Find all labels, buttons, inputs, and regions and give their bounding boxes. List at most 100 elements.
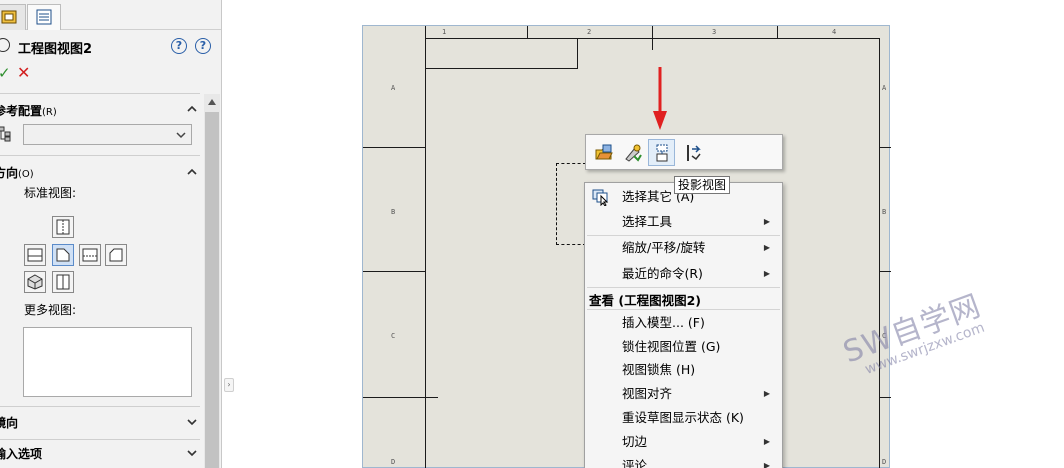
scroll-up-icon[interactable] <box>208 99 216 105</box>
open-part-icon <box>595 144 613 160</box>
submenu-arrow-icon: ▶ <box>763 269 770 278</box>
menu-item-label: 锁住视图位置 (G) <box>622 339 721 354</box>
menu-item-zoom-pan-rotate[interactable]: 缩放/平移/旋转 ▶ <box>585 236 782 260</box>
tooltip: 投影视图 <box>674 176 731 194</box>
left-view-icon <box>27 248 43 262</box>
divider <box>0 439 200 440</box>
view-right-button[interactable] <box>79 244 101 266</box>
frame-line <box>425 38 426 468</box>
group-title: 镜向 <box>0 416 19 430</box>
front-view-icon <box>56 248 70 262</box>
selected-drawing-view-outline[interactable] <box>556 163 586 245</box>
zone-label-row: D <box>882 458 887 466</box>
back-view-icon <box>109 248 123 262</box>
menu-item-insert-model[interactable]: 插入模型... (F) <box>585 311 782 335</box>
divider <box>0 155 200 156</box>
title-block-line <box>425 68 577 69</box>
submenu-arrow-icon: ▶ <box>763 437 770 446</box>
select-other-icon <box>592 189 609 206</box>
menu-item-select-tools[interactable]: 选择工具 ▶ <box>585 210 782 234</box>
chevron-down-icon[interactable] <box>187 448 197 458</box>
align-view-button[interactable] <box>680 139 707 166</box>
zone-tick <box>363 397 438 398</box>
chevron-down-icon <box>176 132 186 139</box>
feature-manager-tab[interactable] <box>0 4 26 30</box>
more-views-list[interactable] <box>23 327 192 397</box>
zone-tick <box>363 271 425 272</box>
menu-item-lock-view-focus[interactable]: 视图锁焦 (H) <box>585 358 782 382</box>
zone-tick <box>879 271 891 272</box>
view-back-button[interactable] <box>105 244 127 266</box>
red-arrow-icon <box>653 67 667 130</box>
zoom-to-selection-button[interactable] <box>619 139 646 166</box>
frame-line <box>879 38 880 468</box>
view-isometric-button[interactable] <box>24 271 46 293</box>
menu-item-label: 选择工具 <box>622 214 673 229</box>
group-title: 输入选项 <box>0 447 43 461</box>
view-bottom-button[interactable] <box>52 271 74 293</box>
group-title: 方向 <box>0 166 19 180</box>
group-mirror-header[interactable]: 镜向 <box>0 414 18 431</box>
ruler-tick <box>652 26 653 50</box>
submenu-arrow-icon: ▶ <box>763 461 770 468</box>
group-orientation-header[interactable]: 方向(O) <box>0 164 34 181</box>
zone-tick <box>879 147 891 148</box>
view-front-button[interactable] <box>52 244 74 266</box>
more-views-label: 更多视图: <box>24 303 77 317</box>
zone-label-column: 1 <box>442 28 447 36</box>
feature-tree-icon <box>1 10 17 24</box>
view-top-button[interactable] <box>52 216 74 238</box>
menu-item-label: 视图对齐 <box>622 386 673 401</box>
group-import-options-header[interactable]: 输入选项 <box>0 445 42 462</box>
menu-item-comment[interactable]: 评论 ▶ <box>585 454 782 468</box>
chevron-up-icon[interactable] <box>187 104 197 114</box>
panel-splitter-handle[interactable]: › <box>224 378 234 392</box>
menu-separator <box>587 309 780 310</box>
menu-item-lock-view-position[interactable]: 锁住视图位置 (G) <box>585 335 782 359</box>
configuration-select[interactable] <box>23 124 192 145</box>
menu-separator <box>587 287 780 288</box>
projected-view-button[interactable] <box>648 139 675 166</box>
menu-item-recent-commands[interactable]: 最近的命令(R) ▶ <box>585 262 782 286</box>
group-reference-config-header[interactable]: 参考配置(R) <box>0 102 57 119</box>
ruler-tick <box>425 26 426 38</box>
menu-item-label: 最近的命令(R) <box>622 266 703 281</box>
context-toolbar <box>585 134 783 170</box>
chevron-down-icon[interactable] <box>187 417 197 427</box>
menu-item-view-alignment[interactable]: 视图对齐 ▶ <box>585 382 782 406</box>
divider <box>0 93 200 94</box>
group-title: 参考配置 <box>0 104 43 118</box>
open-part-button[interactable] <box>590 139 617 166</box>
ruler-tick <box>527 26 528 38</box>
page-title: 工程图视图2 <box>18 42 93 57</box>
zone-tick <box>879 397 891 398</box>
isometric-view-icon <box>27 274 43 290</box>
menu-item-tangent-edge[interactable]: 切边 ▶ <box>585 430 782 454</box>
menu-item-label: 视图锁焦 (H) <box>622 362 696 377</box>
view-left-button[interactable] <box>24 244 46 266</box>
title-block-line <box>577 38 578 69</box>
property-manager-tab[interactable] <box>27 4 61 30</box>
scrollbar-thumb[interactable] <box>205 112 219 468</box>
bottom-view-icon <box>56 274 70 290</box>
zone-tick <box>363 147 425 148</box>
zone-label-row: B <box>391 208 396 216</box>
chevron-up-icon[interactable] <box>187 167 197 177</box>
menu-item-label: 插入模型... (F) <box>622 315 705 330</box>
cancel-button[interactable]: ✕ <box>17 63 30 82</box>
configuration-icon <box>0 126 11 142</box>
whats-wrong-help-icon[interactable]: ? <box>171 38 187 54</box>
help-icon[interactable]: ? <box>195 38 211 54</box>
ok-button[interactable]: ✓ <box>0 64 11 82</box>
zone-label-column: 4 <box>832 28 837 36</box>
align-view-icon <box>687 145 701 161</box>
menu-item-label: 缩放/平移/旋转 <box>622 240 706 255</box>
zone-label-row: C <box>391 332 396 340</box>
right-view-icon <box>82 248 98 262</box>
property-manager-panel: 工程图视图2 ? ? ✓ ✕ 参考配置(R) 方向(O) 标准视图: <box>0 0 222 468</box>
context-menu: 选择其它 (A) 选择工具 ▶ 缩放/平移/旋转 ▶ 最近的命令(R) ▶ 查看… <box>584 182 783 468</box>
projected-view-icon <box>656 144 668 162</box>
ruler-tick <box>777 26 778 38</box>
menu-item-reset-sketch-display[interactable]: 重设草图显示状态 (K) <box>585 406 782 430</box>
group-shortcut: (R) <box>42 107 57 118</box>
